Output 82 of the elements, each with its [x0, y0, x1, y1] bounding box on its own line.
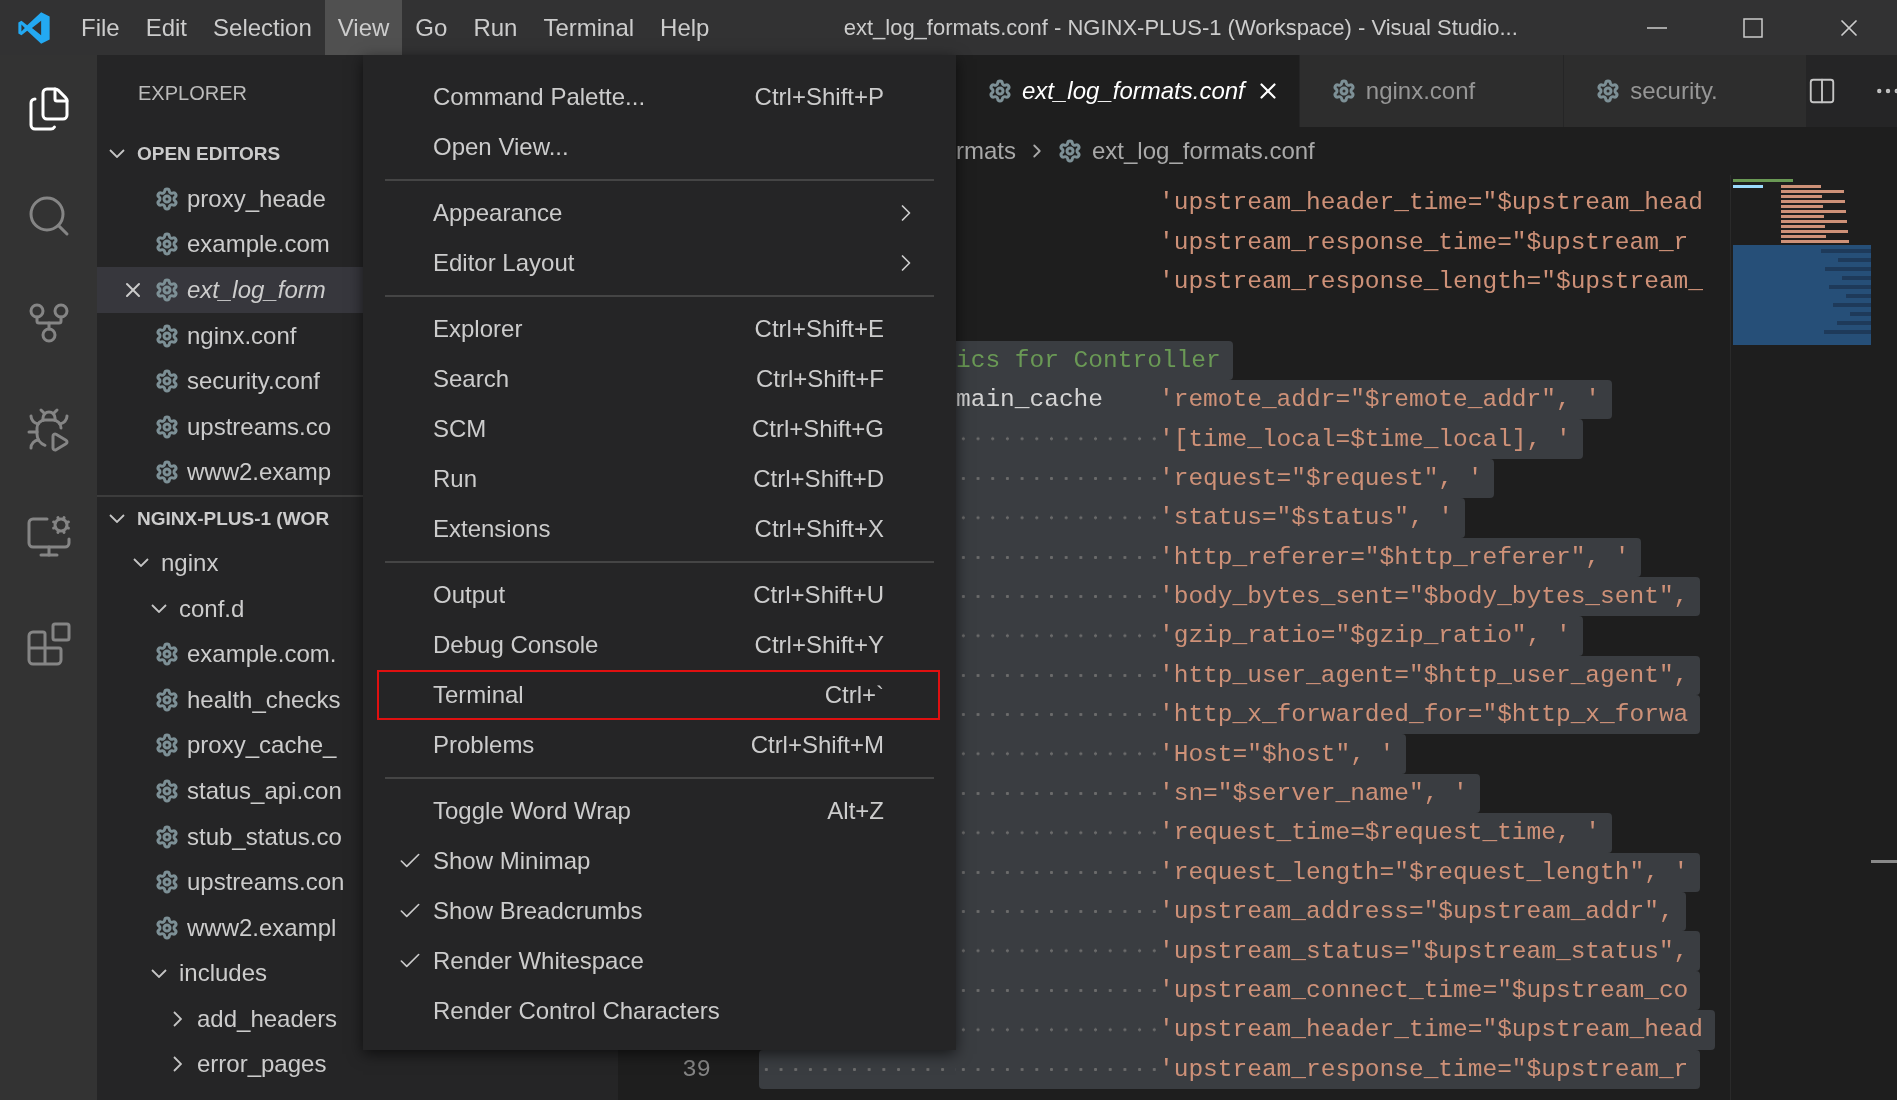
chevron-right-icon — [172, 1010, 182, 1027]
menu-item[interactable]: Show Minimap — [377, 836, 940, 886]
code-string: 'request="$request", ' — [1159, 464, 1483, 492]
code-string: 'upstream_connect_time="$upstream_co — [1159, 977, 1689, 1004]
gear-icon — [155, 278, 179, 302]
line-number: 39 — [682, 1055, 711, 1083]
code-identifier: main_cache — [956, 386, 1104, 414]
gear-icon — [155, 369, 179, 394]
menu-item[interactable]: Render Control Characters — [377, 986, 940, 1036]
menu-item[interactable]: SCM Ctrl+Shift+G — [377, 404, 940, 454]
menu-item[interactable]: Show Breadcrumbs — [377, 886, 940, 936]
breadcrumb[interactable]: ext_log_formats.conf — [1092, 137, 1315, 165]
gear-icon — [1596, 79, 1621, 103]
maximize-icon — [1743, 17, 1763, 38]
code-string: 'request_time=$request_time, ' — [1159, 819, 1601, 847]
chevron-down-icon — [109, 149, 125, 158]
menu-bar-item[interactable]: Go — [402, 0, 461, 55]
gear-icon — [155, 778, 179, 803]
chevron-right-icon — [172, 1056, 182, 1073]
code-comment: ics for Controller — [956, 346, 1221, 374]
menu-item[interactable]: Command Palette... Ctrl+Shift+P — [377, 72, 940, 122]
tree-item[interactable]: error_pages — [97, 1041, 618, 1088]
menu-bar-item[interactable]: Help — [647, 0, 723, 55]
gear-icon — [155, 186, 179, 211]
code-string: 'http_user_agent="$http_user_agent", — [1159, 661, 1689, 689]
menu-item[interactable]: Terminal Ctrl+` — [377, 670, 940, 720]
gear-icon — [155, 414, 179, 439]
menu-item[interactable]: Problems Ctrl+Shift+M — [377, 720, 940, 770]
menu-item[interactable]: Open View... — [377, 122, 940, 172]
editor-tab[interactable]: security. — [1564, 55, 1807, 127]
code-string: 'request_length="$request_length", ' — [1159, 858, 1689, 886]
gear-icon — [988, 79, 1012, 103]
code-string: 'status="$status", ' — [1159, 504, 1454, 532]
menu-bar-item[interactable]: File — [68, 0, 133, 55]
code-string: 'http_x_forwarded_for="$http_x_forwa — [1159, 701, 1689, 729]
gear-icon — [1058, 139, 1082, 163]
code-string: 'http_referer="$http_referer", ' — [1159, 543, 1630, 571]
editor-tab[interactable]: nginx.conf — [1299, 55, 1565, 127]
code-string: 'upstream_response_length="$upstream_ — [1159, 267, 1703, 295]
gear-icon — [155, 323, 179, 348]
chevron-down-icon — [133, 558, 149, 568]
gear-icon — [155, 915, 179, 940]
code-string: 'body_bytes_sent="$body_bytes_sent", — [1159, 583, 1689, 611]
code-string: 'remote_addr="$remote_addr", ' — [1159, 386, 1601, 414]
menu-bar-item[interactable]: Run — [460, 0, 531, 55]
code-string: 'sn="$server_name", ' — [1159, 780, 1468, 808]
code-string: 'upstream_response_time="$upstream_r — [1159, 228, 1689, 256]
menu-bar-item[interactable]: Selection — [200, 0, 325, 55]
menu-item[interactable]: Render Whitespace — [377, 936, 940, 986]
menu-item[interactable]: Appearance — [377, 188, 940, 238]
gear-icon — [155, 460, 179, 485]
menu-item[interactable]: Debug Console Ctrl+Shift+Y — [377, 620, 940, 670]
scrollbar-marker — [1871, 860, 1897, 863]
minimize-icon — [1646, 26, 1668, 29]
code-string: 'upstream_status="$upstream_status", — [1159, 937, 1689, 965]
code-string: 'upstream_header_time="$upstream_head — [1159, 189, 1703, 217]
menu-bar-item[interactable]: Terminal — [530, 0, 648, 55]
code-string: 'Host="$host", ' — [1159, 740, 1395, 768]
menu-bar-item[interactable]: Edit — [132, 0, 201, 55]
logo-icon — [17, 10, 51, 45]
sidebar-title: EXPLORER — [138, 81, 247, 105]
menu-bar-item[interactable]: View — [324, 0, 403, 55]
gear-icon — [1331, 79, 1356, 103]
chevron-down-icon — [151, 968, 167, 978]
code-string: 'upstream_address="$upstream_addr", — [1159, 898, 1674, 926]
window-title: ext_log_formats.conf - NGINX-PLUS-1 (Workspace) - Visual Studio... — [842, 14, 1519, 41]
gear-icon — [155, 824, 179, 849]
gear-icon — [155, 870, 179, 895]
chevron-down-icon — [109, 514, 125, 524]
breadcrumb[interactable]: rmats — [956, 137, 1016, 165]
code-string: '[time_local=$time_local], ' — [1159, 425, 1571, 453]
menu-item[interactable]: Search Ctrl+Shift+F — [377, 354, 940, 404]
gear-icon — [155, 687, 179, 712]
editor-tab[interactable]: ext_log_formats.conf — [956, 55, 1300, 127]
chevron-down-icon — [151, 604, 167, 614]
code-string: 'upstream_response_time="$upstream_r — [1159, 1055, 1689, 1083]
gear-icon — [155, 232, 179, 257]
code-string: 'gzip_ratio="$gzip_ratio", ' — [1159, 622, 1571, 650]
menu-item[interactable]: Toggle Word Wrap Alt+Z — [377, 786, 940, 836]
gear-icon — [155, 642, 179, 667]
gear-icon — [155, 733, 179, 758]
code-string: 'upstream_header_time="$upstream_head — [1159, 1016, 1703, 1044]
